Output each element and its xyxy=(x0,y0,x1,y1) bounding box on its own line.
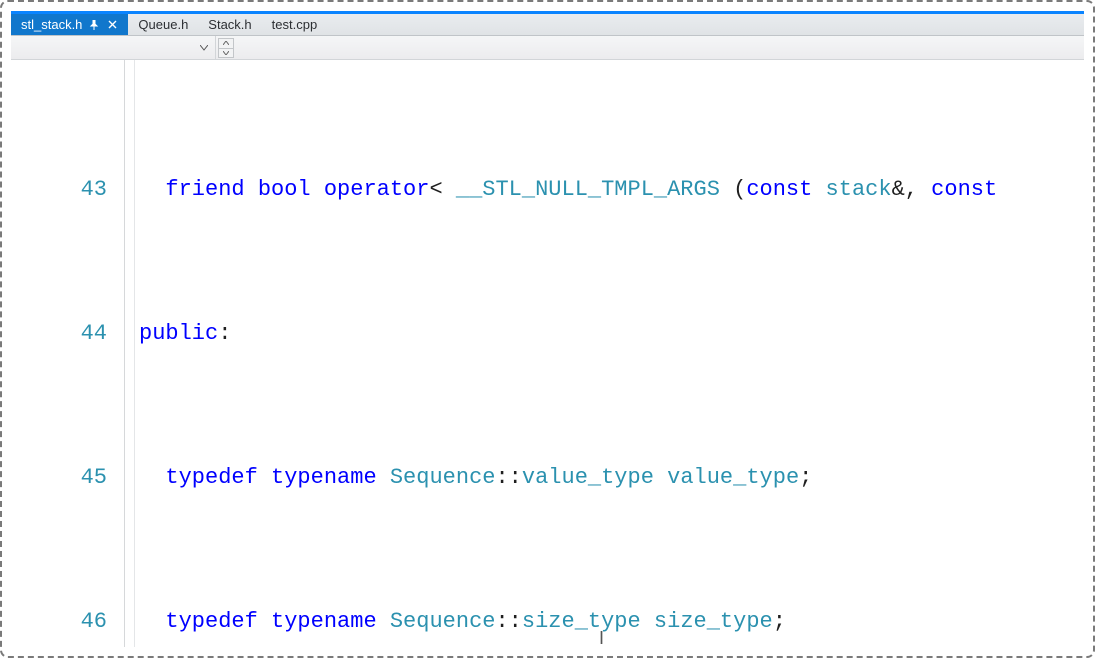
tab-stack-h[interactable]: Stack.h xyxy=(198,14,261,35)
close-icon[interactable] xyxy=(106,19,118,31)
text-cursor-icon: I xyxy=(599,620,604,647)
line-stepper[interactable] xyxy=(218,38,234,58)
code-lines: 43 friend bool operator< __STL_NULL_TMPL… xyxy=(11,64,1084,647)
code-line[interactable]: 45 typedef typename Sequence::value_type… xyxy=(11,460,1084,496)
tab-test-cpp[interactable]: test.cpp xyxy=(262,14,328,35)
scope-dropdown[interactable] xyxy=(11,36,216,59)
chevron-down-icon[interactable] xyxy=(219,49,233,58)
navigation-bar xyxy=(11,36,1084,60)
tab-queue-h[interactable]: Queue.h xyxy=(128,14,198,35)
line-number: 45 xyxy=(11,460,117,496)
tab-bar: stl_stack.h Queue.h Stack.h test.cpp xyxy=(11,14,1084,36)
code-line[interactable]: 46 typedef typename Sequence::size_type … xyxy=(11,604,1084,640)
code-line[interactable]: 44 public: xyxy=(11,316,1084,352)
chevron-down-icon xyxy=(197,41,211,55)
tab-label: Stack.h xyxy=(208,17,251,32)
line-number: 46 xyxy=(11,604,117,640)
code-editor[interactable]: 43 friend bool operator< __STL_NULL_TMPL… xyxy=(11,60,1084,647)
line-number: 43 xyxy=(11,172,117,208)
tab-label: Queue.h xyxy=(138,17,188,32)
line-number: 44 xyxy=(11,316,117,352)
pin-icon[interactable] xyxy=(88,19,100,31)
tab-stl-stack-h[interactable]: stl_stack.h xyxy=(11,14,128,35)
chevron-up-icon[interactable] xyxy=(219,39,233,49)
tab-label: stl_stack.h xyxy=(21,17,82,32)
tab-label: test.cpp xyxy=(272,17,318,32)
code-line[interactable]: 43 friend bool operator< __STL_NULL_TMPL… xyxy=(11,172,1084,208)
